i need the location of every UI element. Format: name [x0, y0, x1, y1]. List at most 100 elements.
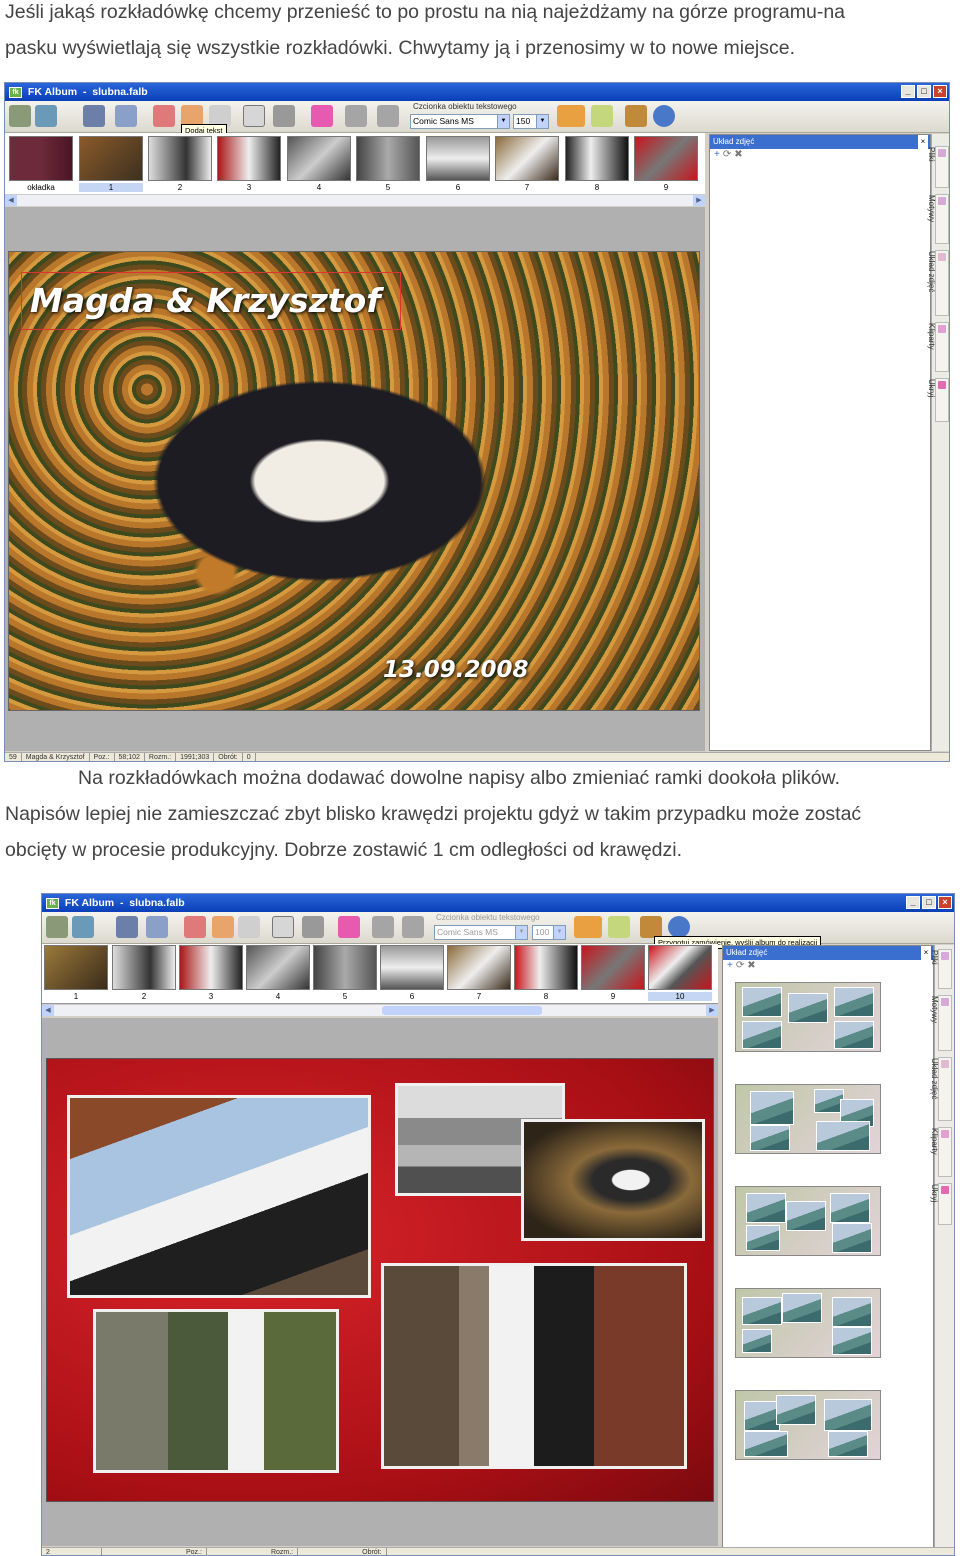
open-icon[interactable]: [35, 105, 57, 127]
move-arrows-icon[interactable]: [557, 105, 585, 127]
font-select[interactable]: Comic Sans MS ▼: [434, 925, 528, 940]
thumb-label: 5: [385, 183, 391, 192]
maximize-icon[interactable]: □: [922, 896, 936, 909]
send-back-icon[interactable]: [377, 105, 399, 127]
add-text-icon[interactable]: [212, 916, 234, 938]
wedding-photo[interactable]: Magda & Krzysztof 13.09.2008: [8, 251, 700, 711]
maximize-icon[interactable]: □: [917, 85, 931, 98]
order-basket-icon[interactable]: [625, 105, 647, 127]
minimize-icon[interactable]: _: [906, 896, 920, 909]
thumb-9[interactable]: [634, 136, 698, 181]
image-icon[interactable]: [184, 916, 206, 938]
scroll-thumb[interactable]: [382, 1006, 542, 1015]
photo-date-text[interactable]: 13.09.2008: [383, 657, 529, 683]
tab-motifs[interactable]: Motywy: [930, 995, 952, 1051]
app-logo-icon: fk: [46, 897, 59, 909]
layout-template[interactable]: [735, 1288, 881, 1358]
font-size-select[interactable]: 100 ▼: [532, 925, 566, 940]
bring-front-icon[interactable]: [345, 105, 367, 127]
thumb-cover[interactable]: [9, 136, 73, 181]
close-icon[interactable]: ×: [938, 896, 952, 909]
refresh-icon[interactable]: ⟳: [736, 960, 747, 971]
scissors-icon[interactable]: [338, 916, 360, 938]
undo-icon[interactable]: [116, 916, 138, 938]
preview-icon[interactable]: [115, 105, 137, 127]
layout-template[interactable]: [735, 1390, 881, 1460]
frame-icon[interactable]: [243, 105, 265, 127]
tab-hide[interactable]: Ukryj: [927, 378, 949, 422]
new-album-icon[interactable]: [9, 105, 31, 127]
help-icon[interactable]: [653, 105, 675, 127]
tab-files[interactable]: Pliki: [927, 146, 949, 188]
thumb-1[interactable]: [44, 945, 108, 990]
thumb-6[interactable]: [426, 136, 490, 181]
red-spread-background[interactable]: [46, 1058, 714, 1502]
thumb-7[interactable]: [495, 136, 559, 181]
send-back-icon[interactable]: [402, 916, 424, 938]
tab-hide[interactable]: Ukryj: [930, 1183, 952, 1225]
tab-cliparts[interactable]: Kliparty: [930, 1127, 952, 1177]
delete-icon[interactable]: ✖: [734, 149, 745, 160]
tab-layouts[interactable]: Układ zdjęć: [930, 1057, 952, 1121]
tools-icon[interactable]: [302, 916, 324, 938]
thumb-10[interactable]: [648, 945, 712, 990]
layout-template[interactable]: [735, 982, 881, 1052]
scroll-right-icon[interactable]: ▶: [706, 1005, 718, 1016]
tab-layouts[interactable]: Układ zdjęć: [927, 250, 949, 316]
calendar-icon[interactable]: [238, 916, 260, 938]
strip-scrollbar[interactable]: ◀ ▶: [5, 194, 705, 206]
photo-couple-ruins[interactable]: [93, 1309, 339, 1473]
scroll-right-icon[interactable]: ▶: [693, 195, 705, 206]
thumb-5[interactable]: [313, 945, 377, 990]
thumb-9[interactable]: [581, 945, 645, 990]
thumb-8[interactable]: [514, 945, 578, 990]
font-size-select[interactable]: 150 ▼: [513, 114, 549, 129]
order-basket-icon[interactable]: [640, 916, 662, 938]
thumb-6[interactable]: [380, 945, 444, 990]
photo-icon[interactable]: [608, 916, 630, 938]
new-album-icon[interactable]: [46, 916, 68, 938]
move-arrows-icon[interactable]: [574, 916, 602, 938]
undo-icon[interactable]: [83, 105, 105, 127]
preview-icon[interactable]: [146, 916, 168, 938]
refresh-icon[interactable]: ⟳: [723, 149, 734, 160]
image-icon[interactable]: [153, 105, 175, 127]
thumb-3[interactable]: [179, 945, 243, 990]
scroll-left-icon[interactable]: ◀: [5, 195, 17, 206]
tab-cliparts[interactable]: Kliparty: [927, 322, 949, 372]
photo-icon[interactable]: [591, 105, 613, 127]
photo-caption-text[interactable]: Magda & Krzysztof: [21, 272, 401, 330]
thumb-5[interactable]: [356, 136, 420, 181]
thumb-7[interactable]: [447, 945, 511, 990]
photo-couple-fur[interactable]: [67, 1095, 371, 1298]
delete-icon[interactable]: ✖: [747, 960, 758, 971]
thumb-3[interactable]: [217, 136, 281, 181]
photo-couple-gate[interactable]: [381, 1263, 687, 1469]
strip-scrollbar[interactable]: ◀ ▶: [42, 1004, 718, 1016]
tools-icon[interactable]: [273, 105, 295, 127]
thumb-8[interactable]: [565, 136, 629, 181]
frame-icon[interactable]: [272, 916, 294, 938]
chevron-down-icon: ▼: [553, 926, 565, 939]
bring-front-icon[interactable]: [372, 916, 394, 938]
thumb-2[interactable]: [112, 945, 176, 990]
thumb-4[interactable]: [246, 945, 310, 990]
thumb-4[interactable]: [287, 136, 351, 181]
tab-files[interactable]: Pliki: [930, 949, 952, 989]
layout-template[interactable]: [735, 1084, 881, 1154]
photo-doorway-sepia[interactable]: [521, 1119, 705, 1241]
scissors-icon[interactable]: [311, 105, 333, 127]
thumb-1[interactable]: [79, 136, 143, 181]
add-icon[interactable]: +: [727, 960, 736, 971]
motifs-icon: [938, 197, 946, 205]
thumb-2[interactable]: [148, 136, 212, 181]
scroll-left-icon[interactable]: ◀: [42, 1005, 54, 1016]
add-icon[interactable]: +: [714, 149, 723, 160]
layout-template[interactable]: [735, 1186, 881, 1256]
help-icon[interactable]: [668, 916, 690, 938]
minimize-icon[interactable]: _: [901, 85, 915, 98]
font-select[interactable]: Comic Sans MS ▼: [410, 114, 510, 129]
tab-motifs[interactable]: Motywy: [927, 194, 949, 244]
close-icon[interactable]: ×: [933, 85, 947, 98]
open-icon[interactable]: [72, 916, 94, 938]
